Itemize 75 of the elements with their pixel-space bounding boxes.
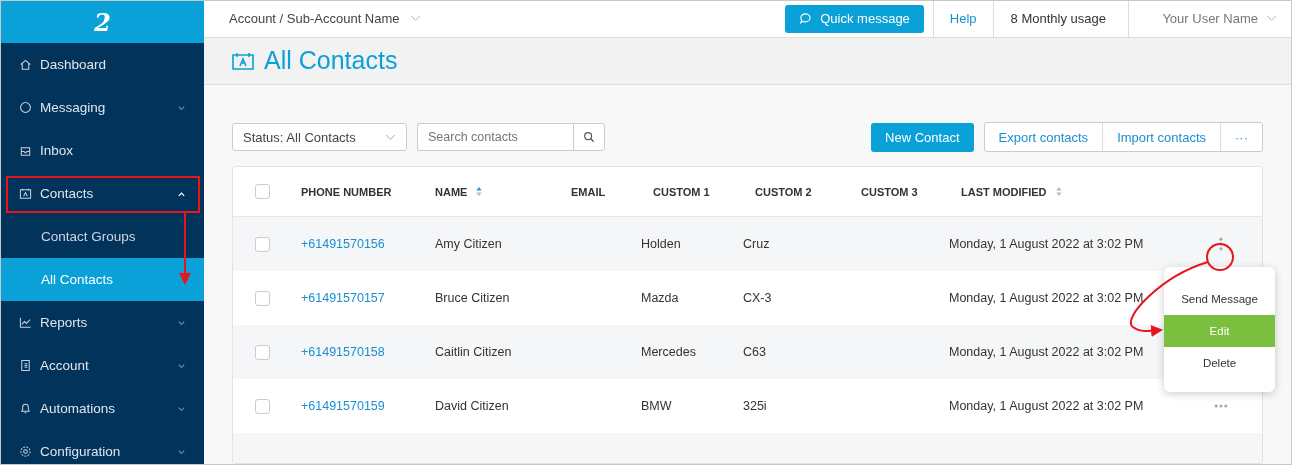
nav-label: Account [40, 358, 90, 373]
column-header[interactable]: NAME [423, 185, 559, 198]
nav-label: Inbox [40, 143, 75, 158]
table-cell-text: Holden [641, 237, 682, 251]
sidebar-item[interactable]: Reports [1, 301, 204, 344]
contact-card-icon [19, 187, 32, 200]
home-icon [19, 58, 32, 71]
import-button[interactable]: Import contacts [1102, 123, 1220, 151]
page-title: All Contacts [264, 46, 398, 76]
nav-label: Reports [40, 315, 89, 330]
sidebar-item[interactable]: Dashboard [1, 43, 204, 86]
document-icon [19, 359, 32, 372]
table-cell-text: Mercedes [641, 345, 697, 359]
checkbox[interactable] [254, 184, 270, 199]
nav-label: Dashboard [40, 57, 108, 72]
column-header: CUSTOM 3 [860, 185, 919, 198]
column-header[interactable]: LAST MODIFIED [949, 185, 1179, 198]
inbox-icon [19, 144, 32, 157]
row-checkbox[interactable] [254, 344, 270, 360]
table-cell-text: Bruce Citizen [434, 291, 511, 305]
table-cell-text: BMW [641, 399, 673, 413]
table-cell-text: Cruz [743, 237, 771, 251]
table-cell-text: Caitlin Citizen [434, 345, 513, 359]
column-header: CUSTOM 1 [652, 185, 711, 198]
chevron-icon [385, 133, 396, 141]
search-button[interactable] [573, 123, 605, 151]
menu-item[interactable]: Delete [1164, 347, 1275, 379]
circle-icon [19, 101, 32, 114]
account-switcher[interactable]: Account / Sub-Account Name [204, 1, 786, 37]
help-link[interactable]: Help [932, 1, 993, 37]
menu-item[interactable]: Send Message [1164, 283, 1275, 315]
table-cell-text: 325i [743, 399, 768, 413]
sidebar-item[interactable]: Contacts [1, 172, 204, 215]
nav-label: Configuration [40, 444, 122, 459]
nav-label: Automations [40, 401, 117, 416]
more-button[interactable]: ··· [1220, 123, 1262, 151]
table-cell-text: Monday, 1 August 2022 at 3:02 PM [949, 291, 1145, 305]
usage-label: 8 Monthly usage [992, 1, 1129, 37]
sidebar-item[interactable]: Messaging [1, 86, 204, 129]
row-checkbox[interactable] [254, 290, 270, 306]
bell-icon [19, 402, 32, 415]
sidebar-subitem[interactable]: Contact Groups [1, 215, 204, 258]
row-checkbox[interactable] [254, 236, 270, 252]
phone-link[interactable]: +61491570159 [301, 399, 385, 413]
search-icon [583, 131, 595, 143]
export-button[interactable]: Export contacts [984, 123, 1103, 151]
chevron-icon [409, 15, 421, 23]
status-dropdown[interactable]: Status: All Contacts [232, 123, 407, 151]
nav-label: Messaging [40, 100, 107, 115]
user-menu[interactable]: Your User Name [1129, 1, 1291, 37]
settings-icon [19, 445, 32, 458]
contact-card-icon [232, 50, 254, 71]
table-cell-text: CX-3 [743, 291, 773, 305]
table-cell-text: C63 [743, 345, 767, 359]
highlight-circle [1206, 243, 1234, 271]
column-header: EMAIL [570, 185, 607, 198]
nav-label: Contacts [40, 186, 95, 201]
phone-link[interactable]: +61491570157 [301, 291, 385, 305]
table-cell-text: Mazda [641, 291, 680, 305]
sidebar-item[interactable]: Configuration [1, 430, 204, 464]
table-cell-text: Monday, 1 August 2022 at 3:02 PM [949, 237, 1145, 251]
chevron-icon [1266, 15, 1277, 23]
table-cell-text: Monday, 1 August 2022 at 3:02 PM [949, 345, 1145, 359]
table-cell-text: Monday, 1 August 2022 at 3:02 PM [949, 399, 1145, 413]
row-checkbox[interactable] [254, 398, 270, 414]
chart-icon [19, 316, 32, 329]
column-header: CUSTOM 2 [754, 185, 813, 198]
sidebar-item[interactable]: Account [1, 344, 204, 387]
sidebar-item[interactable]: Automations [1, 387, 204, 430]
table-cell-text: David Citizen [434, 399, 510, 413]
speech-bubble-icon [799, 12, 813, 26]
table-cell-text: Amy Citizen [434, 237, 503, 251]
column-header: PHONE NUMBER [300, 185, 393, 198]
search-field[interactable]: Search contacts [417, 123, 573, 151]
sidebar-item[interactable]: Inbox [1, 129, 204, 172]
